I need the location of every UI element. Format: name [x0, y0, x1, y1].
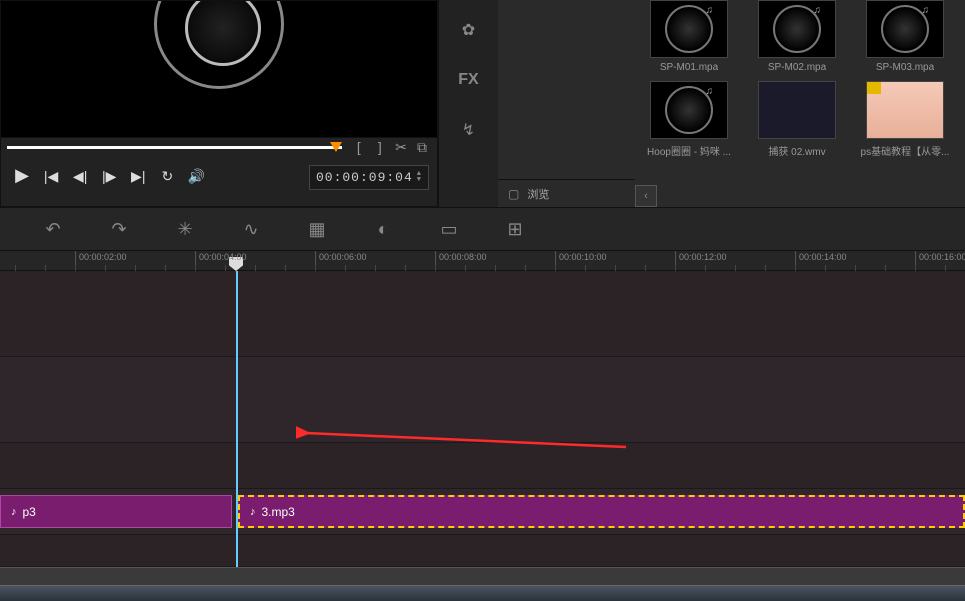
audio-clip[interactable]: ♪ p3	[0, 495, 232, 528]
thumbnail-label: SP-M02.mpa	[768, 62, 826, 73]
playhead-line	[236, 271, 238, 567]
title-track[interactable]	[0, 443, 965, 489]
frame-back-button[interactable]: ◀|	[69, 168, 91, 190]
timeline: ♪ p3 ♪ 3.mp3	[0, 271, 965, 567]
audio-artwork	[154, 1, 284, 89]
thumbnail-label: Hoop圈圈 - 妈咪 ...	[647, 143, 731, 158]
ruler-tick: 00:00:10:00	[555, 251, 607, 271]
color-correct-icon[interactable]: ◐	[370, 216, 396, 242]
library-item[interactable]: ps基础教程【从零...	[855, 81, 955, 158]
library-item[interactable]: SP-M03.mpa	[855, 0, 955, 73]
thumbnail-label: SP-M01.mpa	[660, 62, 718, 73]
cut-button[interactable]: ✂	[392, 139, 410, 157]
timecode-field[interactable]: 00:00:09:04 ▲ ▼	[309, 165, 429, 190]
os-taskbar	[0, 585, 965, 601]
timeline-toolbar: ↶ ↷ ✳ ∿ ▦ ◐ ▭ ⊞	[0, 207, 965, 251]
title-icon[interactable]: ▭	[436, 216, 462, 242]
undo-button[interactable]: ↶	[40, 216, 66, 242]
ruler-tick: 00:00:08:00	[435, 251, 487, 271]
thumbnail-image	[650, 81, 728, 139]
scrub-bar: [ ] ✂ ⧉	[1, 137, 437, 157]
audio-clip[interactable]: ♪ 3.mp3	[238, 495, 965, 528]
mark-in-button[interactable]: [	[350, 139, 368, 157]
library-item[interactable]: SP-M01.mpa	[639, 0, 739, 73]
thumbnail-label: SP-M03.mpa	[876, 62, 934, 73]
browse-icon: ▢	[508, 187, 519, 201]
audio-track[interactable]: ♪ p3 ♪ 3.mp3	[0, 489, 965, 535]
ruler-tick: 00:00:12:00	[675, 251, 727, 271]
overlay-track[interactable]	[0, 357, 965, 443]
frame-forward-button[interactable]: |▶	[98, 168, 120, 190]
ruler-tick: 00:00:06:00	[315, 251, 367, 271]
thumbnail-image	[758, 0, 836, 58]
ruler-tick: 00:00:04:00	[195, 251, 247, 271]
side-tool-strip: ✿ FX ↯	[438, 0, 498, 207]
video-fx-icon[interactable]: ▦	[304, 216, 330, 242]
transition-tool-icon[interactable]: ✿	[455, 16, 483, 44]
library-item[interactable]: 捕获 02.wmv	[747, 81, 847, 158]
media-library: SP-M01.mpa SP-M02.mpa SP-M03.mpa Hoop圈圈 - 妈…	[635, 0, 965, 158]
media-reel-icon[interactable]: ✳	[172, 216, 198, 242]
timeline-ruler[interactable]: 00:00:02:00 00:00:04:00 00:00:06:00 00:00:0…	[0, 251, 965, 271]
scrub-head[interactable]	[330, 142, 342, 152]
video-track-1[interactable]	[0, 271, 965, 357]
timecode-down[interactable]: ▼	[417, 177, 422, 183]
thumbnail-image	[650, 0, 728, 58]
library-item[interactable]: SP-M02.mpa	[747, 0, 847, 73]
thumbnail-image	[866, 0, 944, 58]
go-end-button[interactable]: ▶|	[127, 168, 149, 190]
browse-label[interactable]: 浏览	[527, 186, 549, 202]
multiview-icon[interactable]: ⊞	[502, 216, 528, 242]
go-start-button[interactable]: |◀	[40, 168, 62, 190]
clip-label: p3	[23, 505, 36, 519]
split-button[interactable]: ⧉	[413, 139, 431, 157]
thumbnail-image	[758, 81, 836, 139]
thumbnail-label: 捕获 02.wmv	[768, 143, 825, 158]
note-icon: ♪	[250, 506, 256, 518]
timeline-scrollbar[interactable]	[0, 567, 965, 585]
timecode-value: 00:00:09:04	[316, 170, 413, 185]
volume-button[interactable]: 🔊	[185, 168, 207, 190]
library-item[interactable]: Hoop圈圈 - 妈咪 ...	[639, 81, 739, 158]
voice-track[interactable]	[0, 535, 965, 567]
fx-tool-icon[interactable]: FX	[455, 66, 483, 94]
redo-button[interactable]: ↷	[106, 216, 132, 242]
thumbnail-label: ps基础教程【从零...	[861, 143, 950, 158]
ruler-tick: 00:00:02:00	[75, 251, 127, 271]
browse-bar: ▢ 浏览	[498, 179, 635, 207]
scrub-track[interactable]	[7, 146, 342, 149]
preview-panel: [ ] ✂ ⧉ ▶ |◀ ◀| |▶ ▶| ↻ 🔊 00:00:09:04 ▲ …	[0, 0, 438, 207]
preview-canvas[interactable]	[1, 1, 437, 137]
transport-controls: ▶ |◀ ◀| |▶ ▶| ↻ 🔊	[9, 165, 209, 190]
audio-wave-icon[interactable]: ∿	[238, 216, 264, 242]
library-back-button[interactable]: ‹	[635, 185, 657, 207]
motion-path-tool-icon[interactable]: ↯	[455, 116, 483, 144]
play-button[interactable]: ▶	[11, 165, 33, 187]
mark-out-button[interactable]: ]	[371, 139, 389, 157]
ruler-tick: 00:00:16:00	[915, 251, 965, 271]
note-icon: ♪	[11, 506, 17, 518]
ruler-tick: 00:00:14:00	[795, 251, 847, 271]
loop-button[interactable]: ↻	[156, 168, 178, 190]
thumbnail-image	[866, 81, 944, 139]
clip-label: 3.mp3	[262, 505, 295, 519]
